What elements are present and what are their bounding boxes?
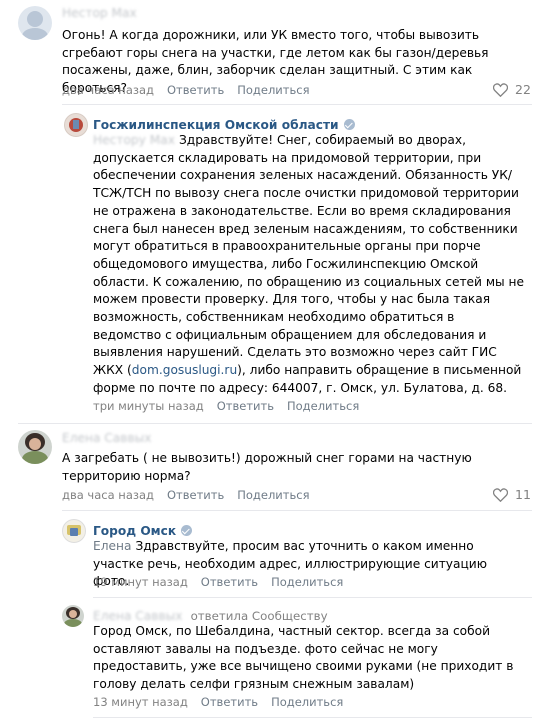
author-name[interactable]: Город Омск (93, 524, 176, 538)
comment-meta: 19 минут назад Ответить Поделиться (93, 575, 343, 589)
like-button[interactable]: 22 (493, 82, 531, 97)
comment-text: Город Омск, по Шебалдина, частный сектор… (93, 624, 514, 692)
share-button[interactable]: Поделиться (271, 695, 343, 709)
avatar[interactable] (18, 6, 52, 40)
reply-button[interactable]: Ответить (201, 695, 258, 709)
like-count: 22 (515, 82, 531, 97)
heart-icon (493, 487, 508, 502)
divider (18, 423, 532, 424)
like-button[interactable]: 11 (493, 487, 531, 502)
avatar[interactable] (64, 113, 88, 137)
comment-time[interactable]: 19 минут назад (93, 575, 188, 589)
comment-time[interactable]: 13 минут назад (93, 695, 188, 709)
like-count: 11 (515, 487, 531, 502)
comment-meta: два часа назад Ответить Поделиться (62, 83, 310, 97)
external-link[interactable]: dom.gosuslugi.ru (132, 363, 237, 377)
share-button[interactable]: Поделиться (237, 83, 309, 97)
share-button[interactable]: Поделиться (237, 488, 309, 502)
comment-text: Нестору Мах Здравствуйте! Снег, собираемы… (93, 133, 525, 395)
avatar[interactable] (62, 605, 84, 627)
comment-meta: 13 минут назад Ответить Поделиться (93, 695, 343, 709)
reply-to-name[interactable]: Елена (93, 539, 131, 553)
answered-label: ответила Сообществу (190, 609, 328, 623)
reply-button[interactable]: Ответить (201, 575, 258, 589)
verified-check-icon (181, 525, 193, 536)
reply-button[interactable]: Ответить (217, 399, 274, 413)
heart-icon (493, 82, 508, 97)
author-line: Город Омск (93, 520, 193, 539)
comment-meta: три минуты назад Ответить Поделиться (93, 399, 359, 413)
divider (62, 510, 532, 511)
reply-button[interactable]: Ответить (167, 83, 224, 97)
avatar[interactable] (18, 430, 52, 464)
author-name[interactable]: Елена Саввых (62, 431, 151, 445)
share-button[interactable]: Поделиться (287, 399, 359, 413)
share-button[interactable]: Поделиться (271, 575, 343, 589)
comment-time[interactable]: три минуты назад (93, 399, 204, 413)
comment-time[interactable]: два часа назад (62, 83, 154, 97)
verified-check-icon (343, 119, 355, 130)
author-name[interactable]: Нестор Мах (62, 6, 137, 20)
divider (62, 104, 532, 105)
author-line: Елена Саввых ответила Сообществу (93, 605, 328, 624)
author-line: Госжилинспекция Омской области (93, 114, 355, 133)
comment-text: А загребать ( не вывозить!) дорожный сне… (62, 451, 472, 483)
comment-meta: два часа назад Ответить Поделиться (62, 488, 310, 502)
reply-button[interactable]: Ответить (167, 488, 224, 502)
reply-to-name[interactable]: Нестору Мах (93, 133, 175, 147)
author-name[interactable]: Госжилинспекция Омской области (93, 118, 339, 132)
avatar[interactable] (62, 519, 86, 543)
author-name[interactable]: Елена Саввых (93, 609, 182, 623)
comment-time[interactable]: два часа назад (62, 488, 154, 502)
divider (93, 597, 532, 598)
divider (93, 717, 532, 718)
